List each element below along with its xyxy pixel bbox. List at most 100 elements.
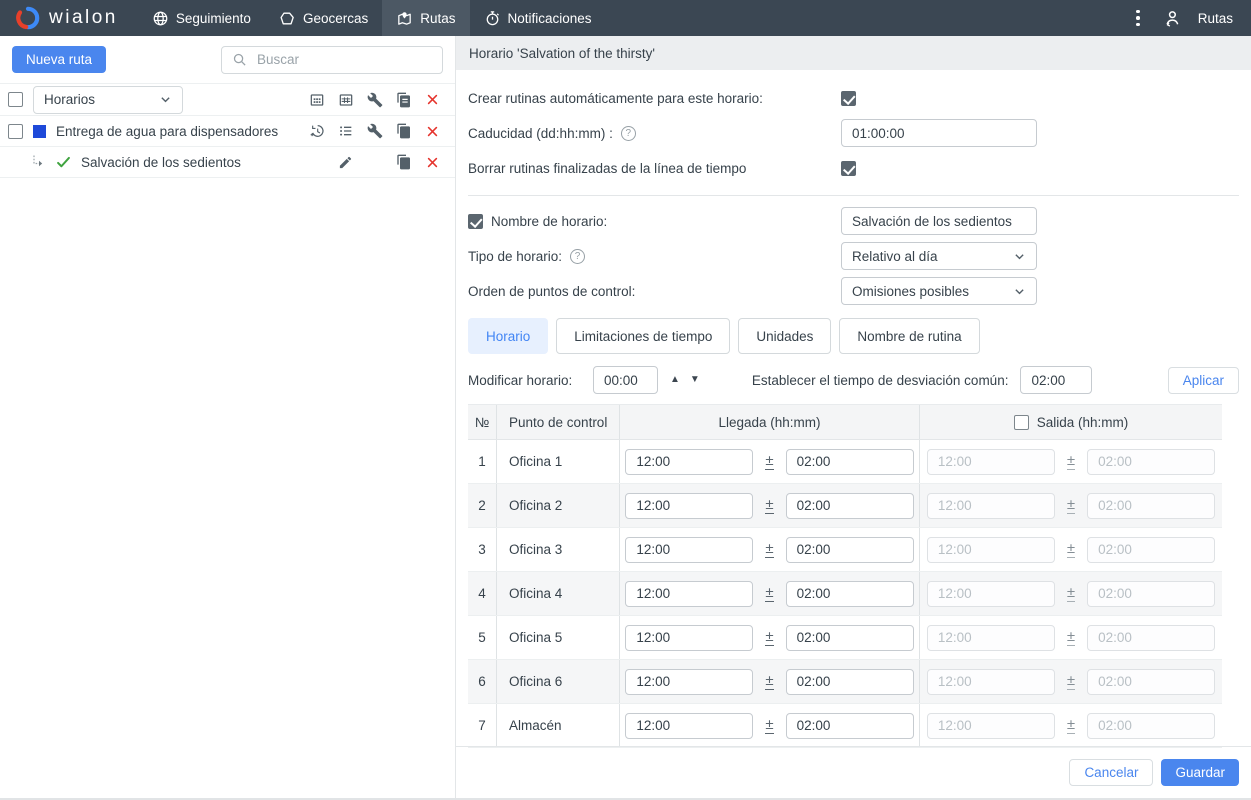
arrival-time-input[interactable]: [625, 625, 753, 651]
history-plus-icon[interactable]: [302, 117, 331, 145]
group-type-select[interactable]: Horarios: [33, 86, 183, 114]
departure-deviation-input: [1087, 669, 1215, 695]
plus-minus-icon: ±: [1067, 541, 1075, 558]
modify-schedule-input[interactable]: [593, 366, 658, 394]
auto-routines-checkbox[interactable]: [841, 91, 856, 106]
new-route-button[interactable]: Nueva ruta: [12, 46, 106, 73]
copy-icon[interactable]: [389, 86, 418, 114]
common-deviation-input[interactable]: [1020, 366, 1092, 394]
icon-slot-empty: [360, 148, 389, 176]
stopwatch-icon: [484, 10, 501, 27]
search-input[interactable]: [255, 51, 432, 68]
checkpoint-order-select[interactable]: Omisiones posibles: [841, 277, 1037, 305]
arrival-cell: ±: [619, 572, 919, 615]
nav-item-seguimiento[interactable]: Seguimiento: [138, 0, 265, 36]
rounds-table-icon[interactable]: [331, 86, 360, 114]
arrival-deviation-input[interactable]: [786, 669, 914, 695]
row-number: 2: [468, 484, 496, 527]
nav-item-geocercas[interactable]: Geocercas: [265, 0, 382, 36]
arrival-time-input[interactable]: [625, 669, 753, 695]
schedule-type-select[interactable]: Relativo al día: [841, 242, 1037, 270]
wialon-logo[interactable]: wialon: [0, 0, 138, 36]
departure-enable-checkbox[interactable]: [1014, 415, 1029, 430]
arrival-deviation-input[interactable]: [786, 581, 914, 607]
schedule-editor-panel: Horario 'Salvation of the thirsty' Crear…: [456, 36, 1251, 798]
schedule-name: Salvación de los sedientos: [81, 155, 241, 170]
help-icon[interactable]: ?: [621, 126, 636, 141]
plus-minus-icon: ±: [1067, 717, 1075, 734]
copy-icon[interactable]: [389, 117, 418, 145]
plus-minus-icon: ±: [765, 673, 773, 690]
chevron-down-icon: [1013, 285, 1026, 298]
arrival-deviation-input[interactable]: [786, 537, 914, 563]
tab-limitaciones-de-tiempo[interactable]: Limitaciones de tiempo: [556, 318, 730, 354]
arrival-deviation-input[interactable]: [786, 449, 914, 475]
section-divider: [468, 195, 1239, 196]
departure-time-input: [927, 669, 1055, 695]
user-switch-icon[interactable]: [1162, 8, 1182, 28]
arrival-deviation-input[interactable]: [786, 625, 914, 651]
properties-wrench-icon[interactable]: [360, 86, 389, 114]
row-number: 3: [468, 528, 496, 571]
departure-time-input: [927, 581, 1055, 607]
schedule-row[interactable]: Salvación de los sedientos: [0, 147, 455, 178]
tab-horario[interactable]: Horario: [468, 318, 548, 354]
group-checkbox[interactable]: [8, 92, 23, 107]
user-account-label[interactable]: Rutas: [1198, 11, 1233, 26]
arrival-time-input[interactable]: [625, 713, 753, 739]
arrival-time-input[interactable]: [625, 537, 753, 563]
delete-finished-checkbox[interactable]: [841, 161, 856, 176]
decrement-arrow-icon[interactable]: ▼: [690, 375, 700, 385]
arrival-cell: ±: [619, 440, 919, 483]
save-button[interactable]: Guardar: [1161, 759, 1239, 786]
expiration-input[interactable]: [841, 119, 1037, 147]
tab-nombre-de-rutina[interactable]: Nombre de rutina: [839, 318, 979, 354]
rounds-list-icon[interactable]: [331, 117, 360, 145]
increment-arrow-icon[interactable]: ▲: [670, 375, 680, 385]
edit-pencil-icon[interactable]: [331, 148, 360, 176]
header-departure-label: Salida (hh:mm): [1037, 415, 1129, 430]
arrival-deviation-input[interactable]: [786, 493, 914, 519]
departure-cell: ±: [919, 616, 1222, 659]
tab-unidades[interactable]: Unidades: [738, 318, 831, 354]
route-row-icons: [302, 117, 447, 145]
departure-cell: ±: [919, 572, 1222, 615]
departure-deviation-input: [1087, 713, 1215, 739]
departure-deviation-input: [1087, 449, 1215, 475]
active-check-icon: [56, 155, 71, 170]
delete-finished-label: Borrar rutinas finalizadas de la línea d…: [468, 161, 841, 176]
panel-title: Horario 'Salvation of the thirsty': [456, 36, 1251, 70]
checkpoint-row: 6 Oficina 6 ± ±: [468, 660, 1222, 704]
geofence-icon: [279, 10, 296, 27]
sidebar-toolbar: Nueva ruta: [0, 36, 455, 83]
help-icon[interactable]: ?: [570, 249, 585, 264]
route-row[interactable]: Entrega de agua para dispensadores: [0, 116, 455, 147]
chevron-down-icon: [159, 93, 172, 106]
routes-map-icon: [396, 10, 413, 27]
schedule-table-icon[interactable]: [302, 86, 331, 114]
row-number: 6: [468, 660, 496, 703]
arrival-time-input[interactable]: [625, 449, 753, 475]
checkpoint-row: 1 Oficina 1 ± ±: [468, 440, 1222, 484]
schedule-name-checkbox[interactable]: [468, 214, 483, 229]
apply-button[interactable]: Aplicar: [1168, 367, 1239, 394]
schedule-name-input[interactable]: [841, 207, 1037, 235]
copy-icon[interactable]: [389, 148, 418, 176]
arrival-time-input[interactable]: [625, 581, 753, 607]
cancel-button[interactable]: Cancelar: [1069, 759, 1153, 786]
header-departure: Salida (hh:mm): [919, 405, 1222, 439]
checkpoint-name: Oficina 2: [496, 484, 619, 527]
delete-icon[interactable]: [418, 86, 447, 114]
departure-cell: ±: [919, 528, 1222, 571]
plus-minus-icon: ±: [765, 629, 773, 646]
nav-item-notificaciones[interactable]: Notificaciones: [470, 0, 606, 36]
delete-icon[interactable]: [418, 148, 447, 176]
arrival-deviation-input[interactable]: [786, 713, 914, 739]
nav-item-rutas[interactable]: Rutas: [382, 0, 469, 36]
globe-icon: [152, 10, 169, 27]
delete-icon[interactable]: [418, 117, 447, 145]
properties-wrench-icon[interactable]: [360, 117, 389, 145]
more-menu-icon[interactable]: [1130, 6, 1146, 31]
arrival-time-input[interactable]: [625, 493, 753, 519]
route-checkbox[interactable]: [8, 124, 23, 139]
